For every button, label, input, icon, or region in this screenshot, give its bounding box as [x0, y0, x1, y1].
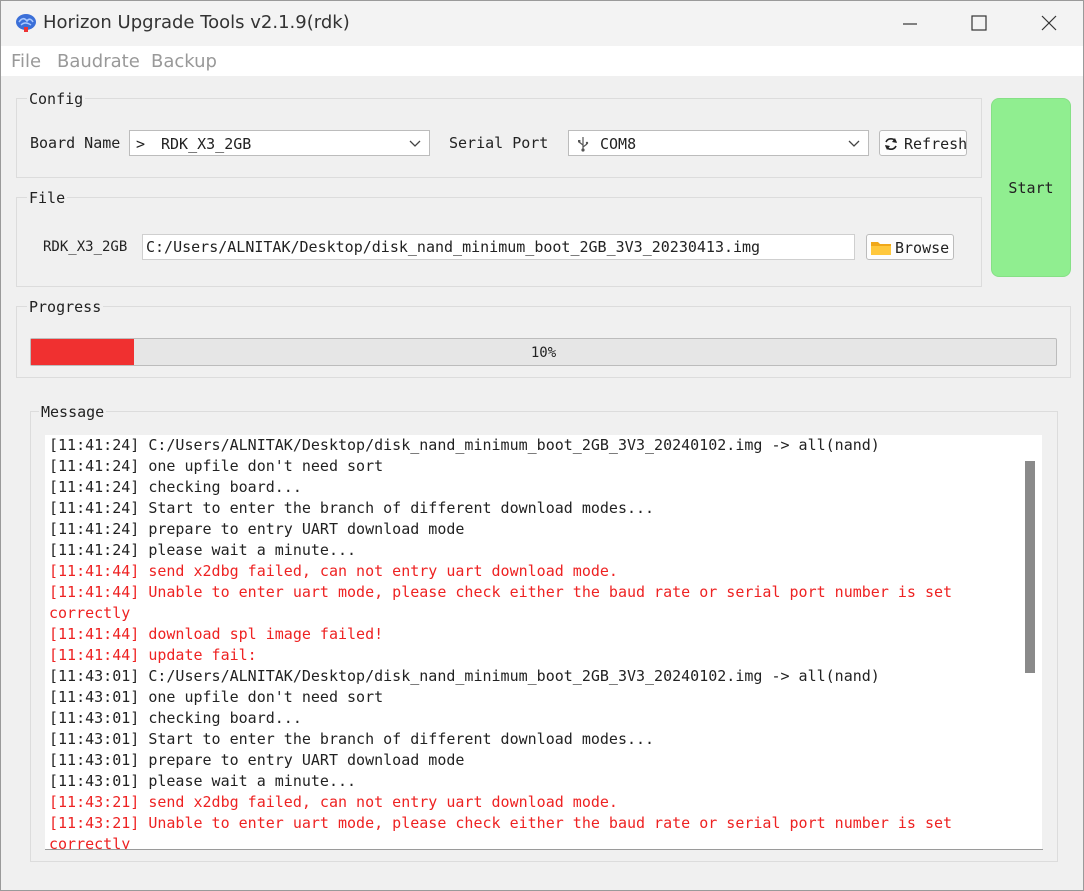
start-label: Start	[1008, 179, 1054, 197]
menu-backup[interactable]: Backup	[151, 51, 217, 72]
log-line: [11:43:01] checking board...	[49, 709, 302, 727]
board-name-value: RDK_X3_2GB	[161, 135, 252, 153]
close-icon	[1041, 15, 1057, 31]
progress-bar: 10%	[30, 338, 1057, 366]
message-log[interactable]: [11:41:24] C:/Users/ALNITAK/Desktop/disk…	[45, 435, 1018, 849]
refresh-button[interactable]: Refresh	[879, 130, 967, 156]
browse-label: Browse	[895, 239, 950, 257]
file-path-input[interactable]: C:/Users/ALNITAK/Desktop/disk_nand_minim…	[142, 234, 855, 260]
log-line: [11:41:24] prepare to entry UART downloa…	[49, 520, 465, 538]
log-line: [11:43:21] send x2dbg failed, can not en…	[49, 793, 618, 811]
title-bar: Horizon Upgrade Tools v2.1.9(rdk)	[1, 1, 1083, 46]
file-title: File	[27, 189, 68, 207]
log-line: [11:43:01] Start to enter the branch of …	[49, 730, 655, 748]
refresh-label: Refresh	[904, 135, 967, 153]
serial-port-select[interactable]: COM8	[568, 130, 869, 156]
log-line: [11:41:24] one upfile don't need sort	[49, 457, 384, 475]
board-name-label: Board Name	[30, 134, 121, 152]
log-scrollbar-thumb[interactable]	[1025, 461, 1035, 673]
close-button[interactable]	[1026, 9, 1072, 39]
chevron-down-icon	[848, 140, 860, 147]
board-name-prefix: >	[136, 135, 146, 153]
log-line: [11:41:44] Unable to enter uart mode, pl…	[49, 583, 962, 622]
log-line: [11:43:21] Unable to enter uart mode, pl…	[49, 814, 962, 849]
log-line: [11:43:01] one upfile don't need sort	[49, 688, 384, 706]
start-button[interactable]: Start	[991, 98, 1071, 277]
menu-baudrate[interactable]: Baudrate	[57, 51, 140, 72]
message-title: Message	[39, 403, 107, 421]
config-title: Config	[27, 90, 86, 108]
log-divider	[45, 849, 1043, 850]
log-line: [11:41:24] C:/Users/ALNITAK/Desktop/disk…	[49, 436, 880, 454]
browse-button[interactable]: Browse	[866, 234, 954, 260]
chevron-down-icon	[409, 140, 421, 147]
progress-title: Progress	[27, 298, 104, 316]
log-line: [11:43:01] prepare to entry UART downloa…	[49, 751, 465, 769]
minimize-icon	[903, 23, 917, 25]
log-line: [11:41:44] download spl image failed!	[49, 625, 384, 643]
log-line: [11:43:01] please wait a minute...	[49, 772, 357, 790]
log-line: [11:41:24] please wait a minute...	[49, 541, 357, 559]
folder-icon	[871, 242, 891, 255]
maximize-icon	[971, 15, 987, 31]
minimize-button[interactable]	[887, 9, 933, 39]
window-title: Horizon Upgrade Tools v2.1.9(rdk)	[43, 12, 350, 33]
log-line: [11:41:24] checking board...	[49, 478, 302, 496]
usb-icon	[578, 137, 589, 152]
file-board-label: RDK_X3_2GB	[43, 239, 128, 255]
serial-port-value: COM8	[600, 135, 637, 153]
maximize-button[interactable]	[956, 9, 1002, 39]
serial-port-label: Serial Port	[449, 134, 549, 152]
menu-file[interactable]: File	[11, 51, 41, 72]
log-line: [11:41:24] Start to enter the branch of …	[49, 499, 655, 517]
log-line: [11:43:01] C:/Users/ALNITAK/Desktop/disk…	[49, 667, 880, 685]
refresh-icon	[885, 138, 897, 150]
progress-text: 10%	[530, 345, 557, 361]
menu-bar: File Baudrate Backup	[1, 46, 1083, 76]
app-window: Horizon Upgrade Tools v2.1.9(rdk) File B…	[0, 0, 1084, 891]
log-line: [11:41:44] update fail:	[49, 646, 257, 664]
log-line: [11:41:44] send x2dbg failed, can not en…	[49, 562, 618, 580]
board-name-select[interactable]: > RDK_X3_2GB	[129, 130, 430, 156]
brain-icon	[16, 14, 36, 32]
